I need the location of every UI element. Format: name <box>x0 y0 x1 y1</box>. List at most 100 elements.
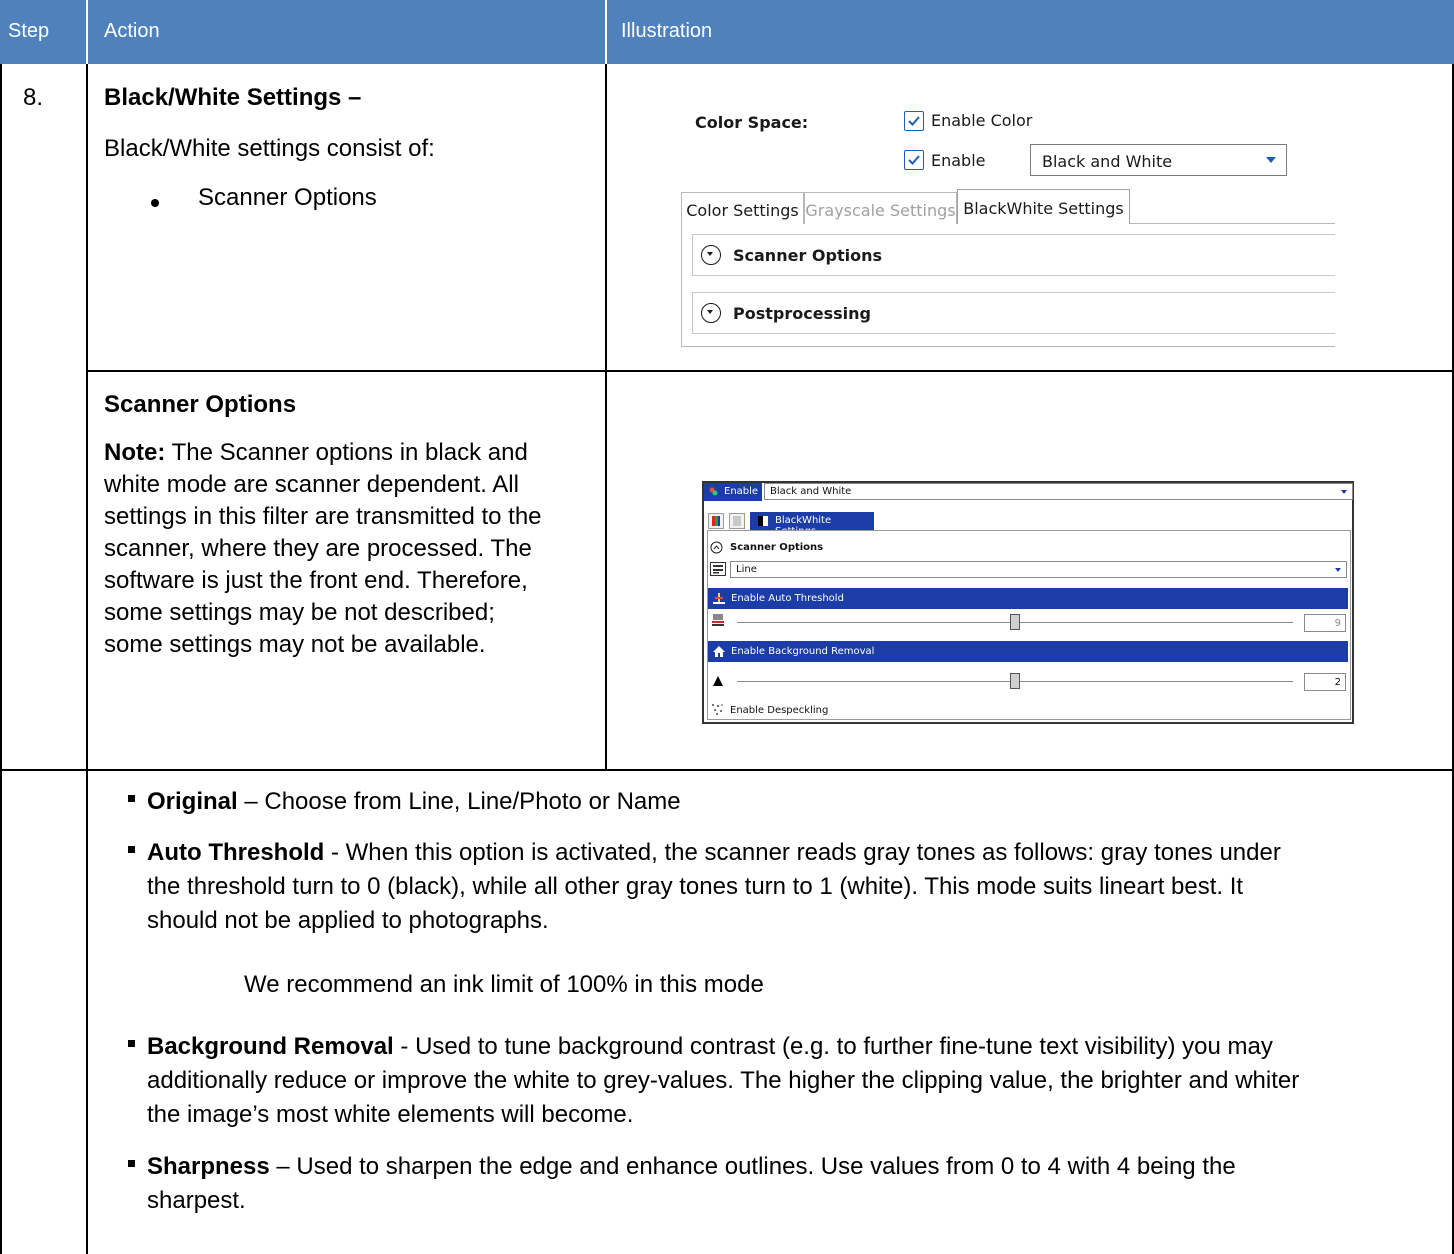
header-step: Step <box>8 20 50 42</box>
mode-value: Black and White <box>770 486 852 497</box>
detail-text: should not be applied to photographs. <box>147 907 549 934</box>
expand-icon <box>701 303 721 323</box>
original-dropdown[interactable]: Line <box>730 561 1347 578</box>
expand-icon <box>701 245 721 265</box>
expander-scanner-options[interactable]: Scanner Options <box>692 234 1335 276</box>
check-icon <box>908 116 920 126</box>
bullet-square <box>128 846 135 853</box>
collapse-icon[interactable] <box>710 541 723 554</box>
header-action: Action <box>104 20 160 42</box>
original-value: Line <box>736 564 757 575</box>
detail-sharpness: Sharpness – Used to sharpen the edge and… <box>147 1150 1437 1218</box>
note-line: some settings may not be available. <box>104 631 486 658</box>
blackwhite-icon <box>758 516 768 526</box>
detail-text: - When this option is activated, the sca… <box>324 839 1281 866</box>
table-border-left <box>0 64 2 1254</box>
background-slider-thumb[interactable] <box>1010 673 1020 689</box>
header-divider <box>86 0 88 64</box>
tab-label: BlackWhite Settings <box>963 199 1124 218</box>
auto-threshold-label: Enable Auto Threshold <box>731 593 844 604</box>
scanner-options-panel <box>707 530 1351 720</box>
bullet-square <box>128 1160 135 1167</box>
detail-term: Sharpness <box>147 1153 270 1180</box>
note-line: scanner, where they are processed. The <box>104 535 532 562</box>
row-divider <box>0 769 1454 771</box>
expander-postprocessing[interactable]: Postprocessing <box>692 292 1335 334</box>
detail-background-removal: Background Removal - Used to tune backgr… <box>147 1030 1437 1132</box>
enable-color-checkbox[interactable] <box>904 111 924 131</box>
background-removal-toggle[interactable]: Enable Background Removal <box>708 641 1348 662</box>
color-space-label: Color Space: <box>695 113 809 132</box>
threshold-value-field[interactable]: 9 <box>1304 614 1346 632</box>
table-header: Step Action Illustration <box>0 0 1454 64</box>
expander-label: Postprocessing <box>733 304 871 323</box>
check-icon <box>908 155 920 165</box>
note-label: Note: <box>104 439 166 466</box>
subsection-heading: Scanner Options <box>104 391 297 418</box>
section-intro: Black/White settings consist of: <box>104 135 435 162</box>
enable-color-label: Enable Color <box>931 111 1033 130</box>
note-line: settings in this filter are transmitted … <box>104 503 542 530</box>
expander-label: Scanner Options <box>733 246 882 265</box>
enable-label: Enable <box>931 151 986 170</box>
detail-text: sharpest. <box>147 1187 246 1214</box>
note-line: software is just the front end. Therefor… <box>104 567 528 594</box>
detail-original: Original – Choose from Line, Line/Photo … <box>147 785 1437 819</box>
step-number: 8. <box>23 84 44 111</box>
header-divider <box>605 0 607 64</box>
background-value-field[interactable]: 2 <box>1304 673 1346 691</box>
chevron-down-icon <box>1335 568 1341 572</box>
section-heading: Black/White Settings – <box>104 84 362 111</box>
enable-label: Enable <box>724 486 759 497</box>
tab-label: Color Settings <box>686 201 799 220</box>
despeckling-label[interactable]: Enable Despeckling <box>730 705 828 716</box>
threshold-icon <box>713 593 725 604</box>
color-mode-value: Black and White <box>1042 152 1173 171</box>
sharpness-triangle-icon <box>713 676 723 686</box>
color-mode-dropdown[interactable]: Black and White <box>1030 144 1287 176</box>
bullet-dot <box>151 199 159 207</box>
auto-threshold-toggle[interactable]: Enable Auto Threshold <box>708 588 1348 609</box>
background-removal-label: Enable Background Removal <box>731 646 875 657</box>
tab-color-icon[interactable] <box>708 513 724 529</box>
detail-text: - Used to tune background contrast (e.g.… <box>393 1033 1273 1060</box>
section-title: Scanner Options <box>730 542 824 553</box>
tab-grayscale-icon[interactable] <box>729 513 745 529</box>
chevron-down-icon <box>1341 490 1347 494</box>
recommendation: We recommend an ink limit of 100% in thi… <box>244 971 764 998</box>
detail-term: Background Removal <box>147 1033 394 1060</box>
detail-text: additionally reduce or improve the white… <box>147 1067 1300 1094</box>
note-paragraph: Note: The Scanner options in black and w… <box>104 437 599 661</box>
tab-blackwhite-settings[interactable]: BlackWhite Settings <box>957 189 1130 224</box>
row-divider <box>86 370 1454 372</box>
threshold-slider-thumb[interactable] <box>1010 614 1020 630</box>
tab-color-settings[interactable]: Color Settings <box>681 192 804 224</box>
tab-label: Grayscale Settings <box>805 201 956 220</box>
tab-grayscale-settings[interactable]: Grayscale Settings <box>804 192 957 224</box>
note-line: The Scanner options in black and <box>165 439 528 466</box>
bullet-item: Scanner Options <box>198 184 377 211</box>
detail-text: – Choose from Line, Line/Photo or Name <box>237 788 681 815</box>
threshold-level-icon <box>712 614 724 626</box>
detail-term: Auto Threshold <box>147 839 325 866</box>
enable-toggle[interactable]: Enable <box>704 483 762 501</box>
header-illustration: Illustration <box>621 20 713 42</box>
note-line: some settings may be not described; <box>104 599 495 626</box>
despeckle-icon <box>712 704 723 715</box>
detail-term: Original <box>147 788 238 815</box>
active-tab-joint <box>958 222 1129 225</box>
house-icon <box>713 646 725 657</box>
mode-dropdown[interactable]: Black and White <box>764 483 1353 500</box>
tab-blackwhite-settings[interactable]: BlackWhite Settings <box>750 512 874 537</box>
original-type-icon <box>710 562 726 576</box>
chevron-down-icon <box>1266 157 1276 163</box>
bullet-square <box>128 795 135 802</box>
column-divider-step <box>86 64 88 1254</box>
color-wheel-icon <box>709 487 718 496</box>
detail-text: the threshold turn to 0 (black), while a… <box>147 873 1244 900</box>
enable-checkbox[interactable] <box>904 150 924 170</box>
column-divider-action <box>605 64 607 770</box>
detail-text: the image’s most white elements will bec… <box>147 1101 634 1128</box>
note-line: white mode are scanner dependent. All <box>104 471 519 498</box>
detail-text: – Used to sharpen the edge and enhance o… <box>269 1153 1236 1180</box>
